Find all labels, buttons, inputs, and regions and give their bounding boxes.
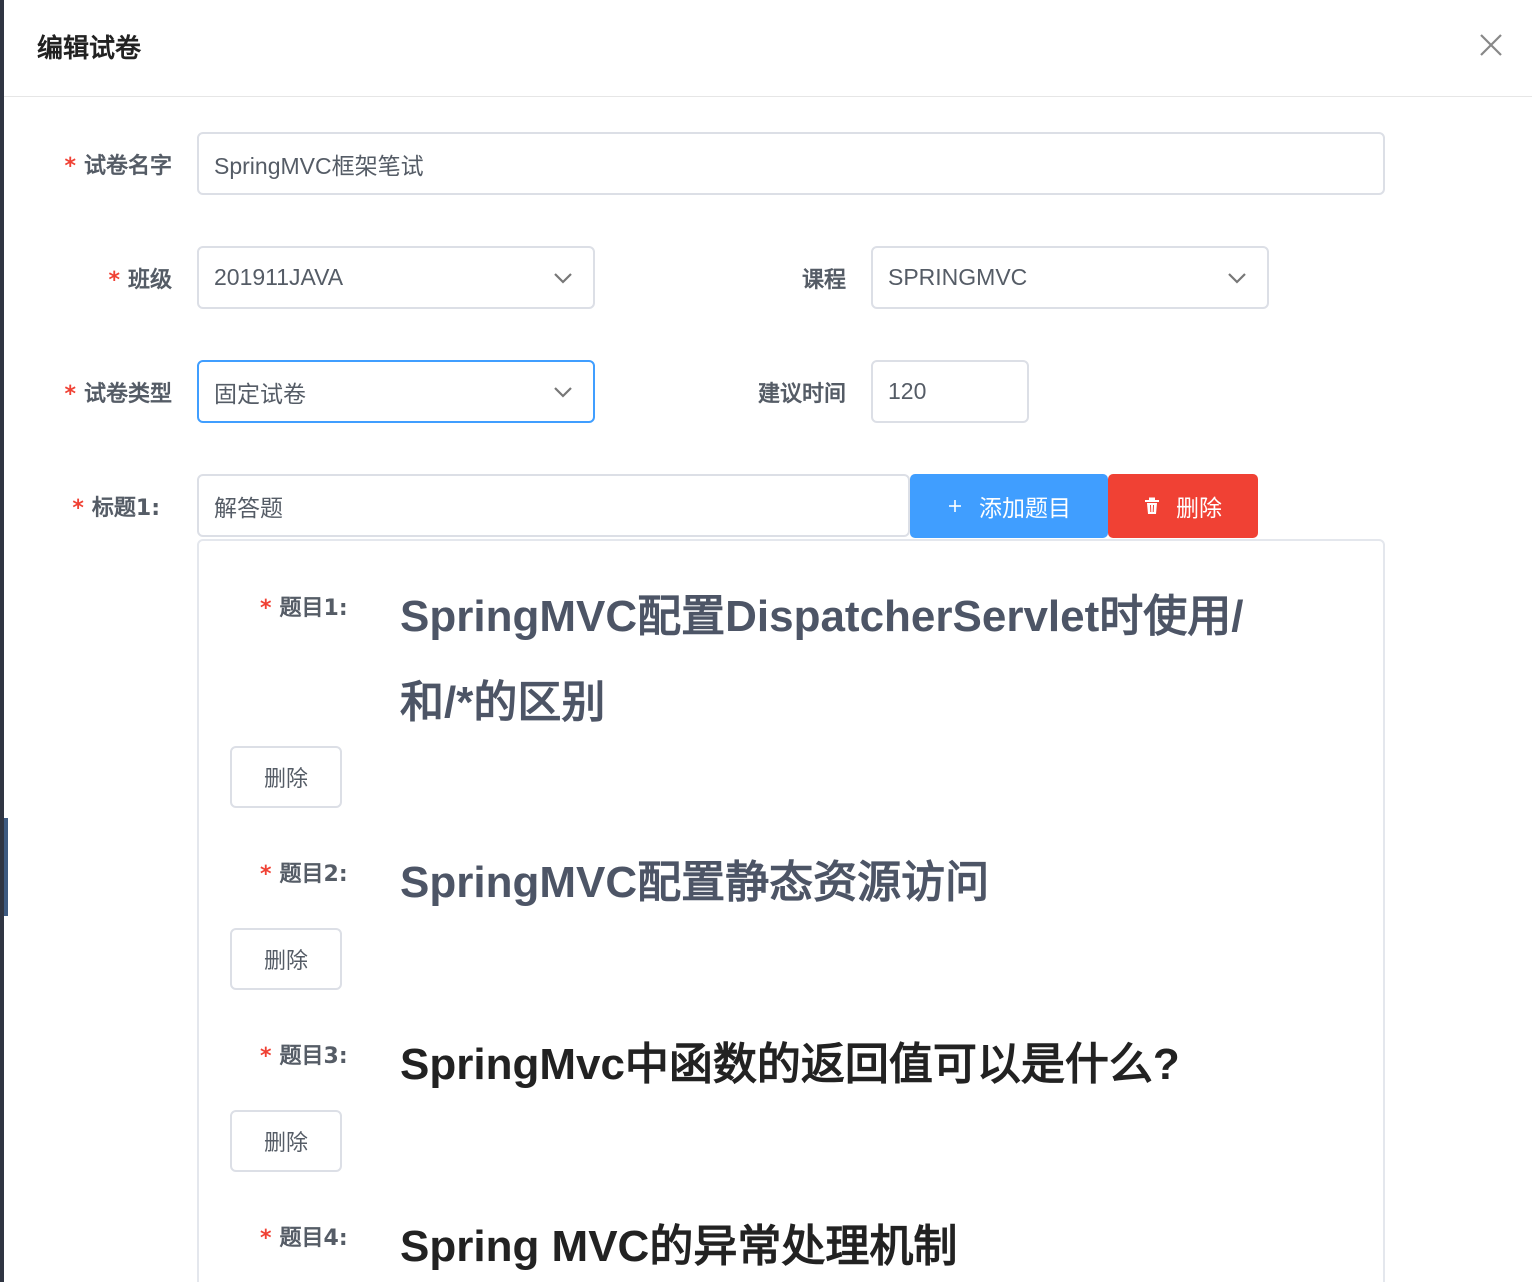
paper-type-select-value: 固定试卷 bbox=[214, 380, 306, 407]
question-4-text: Spring MVC的异常处理机制 bbox=[400, 1222, 958, 1271]
required-mark: * bbox=[260, 862, 272, 887]
question-4-label: * 题目4: bbox=[260, 1220, 348, 1252]
close-icon[interactable] bbox=[1474, 28, 1508, 62]
required-mark: * bbox=[260, 1044, 272, 1069]
question-1-text: SpringMVC配置DispatcherServlet时使用/和/*的区别 bbox=[400, 592, 1244, 727]
trash-icon bbox=[1144, 497, 1160, 515]
question-2-label: * 题目2: bbox=[260, 856, 348, 888]
dialog-title: 编辑试卷 bbox=[37, 34, 142, 64]
question-1-delete-button[interactable]: 删除 bbox=[230, 746, 342, 808]
question-2-delete-label: 删除 bbox=[263, 949, 308, 974]
question-1-delete-label: 删除 bbox=[263, 767, 308, 792]
class-select[interactable]: 201911JAVA bbox=[197, 246, 595, 309]
course-label-text: 课程 bbox=[801, 268, 846, 293]
suggested-time-label: 建议时间 bbox=[758, 376, 846, 408]
suggested-time-label-text: 建议时间 bbox=[757, 382, 846, 407]
suggested-time-input[interactable]: 120 bbox=[871, 360, 1029, 423]
paper-type-select[interactable]: 固定试卷 bbox=[197, 360, 595, 423]
add-question-button[interactable]: 添加题目 bbox=[910, 474, 1108, 538]
class-label-text: 班级 bbox=[127, 268, 172, 293]
paper-type-label: * 试卷类型 bbox=[64, 376, 172, 408]
add-question-label: 添加题目 bbox=[979, 496, 1071, 522]
required-mark: * bbox=[64, 154, 76, 179]
required-mark: * bbox=[64, 382, 76, 407]
question-3-label-text: 题目3: bbox=[279, 1044, 348, 1069]
required-mark: * bbox=[260, 596, 272, 621]
chevron-down-icon bbox=[554, 386, 572, 398]
question-3-label: * 题目3: bbox=[260, 1038, 348, 1070]
dialog-header: 编辑试卷 bbox=[4, 0, 1532, 97]
paper-name-input[interactable]: SpringMVC框架笔试 bbox=[197, 132, 1385, 195]
paper-name-label: * 试卷名字 bbox=[64, 148, 172, 180]
plus-icon bbox=[947, 498, 963, 514]
course-label: 课程 bbox=[802, 262, 846, 294]
paper-name-value: SpringMVC框架笔试 bbox=[214, 152, 424, 179]
question-1-label-text: 题目1: bbox=[279, 596, 348, 621]
chevron-down-icon bbox=[1228, 272, 1246, 284]
suggested-time-value: 120 bbox=[888, 378, 927, 404]
question-2-text: SpringMVC配置静态资源访问 bbox=[400, 858, 990, 907]
question-3-delete-label: 删除 bbox=[263, 1131, 308, 1156]
question-4-label-text: 题目4: bbox=[279, 1226, 348, 1251]
delete-section-button[interactable]: 删除 bbox=[1108, 474, 1258, 538]
chevron-down-icon bbox=[554, 272, 572, 284]
question-3-text: SpringMvc中函数的返回值可以是什么? bbox=[400, 1040, 1180, 1089]
delete-section-label: 删除 bbox=[1176, 496, 1222, 522]
section-title-value: 解答题 bbox=[214, 494, 283, 521]
question-3-delete-button[interactable]: 删除 bbox=[230, 1110, 342, 1172]
course-select-value: SPRINGMVC bbox=[888, 264, 1028, 290]
section-title-input[interactable]: 解答题 bbox=[197, 474, 910, 537]
paper-name-label-text: 试卷名字 bbox=[83, 154, 172, 179]
course-select[interactable]: SPRINGMVC bbox=[871, 246, 1269, 309]
section-title-label-text: 标题1: bbox=[91, 496, 160, 521]
question-2-label-text: 题目2: bbox=[279, 862, 348, 887]
class-select-value: 201911JAVA bbox=[214, 264, 344, 290]
required-mark: * bbox=[72, 496, 84, 521]
left-accent-bar bbox=[4, 818, 8, 916]
question-2-delete-button[interactable]: 删除 bbox=[230, 928, 342, 990]
question-1-label: * 题目1: bbox=[260, 590, 348, 622]
class-label: * 班级 bbox=[108, 262, 172, 294]
edit-paper-dialog: 编辑试卷 * 试卷名字 SpringMVC框架笔试 * 班级 201911JAVA … bbox=[4, 0, 1532, 1282]
section-title-label: * 标题1: bbox=[72, 490, 160, 522]
required-mark: * bbox=[260, 1226, 272, 1251]
paper-type-label-text: 试卷类型 bbox=[83, 382, 172, 407]
required-mark: * bbox=[108, 268, 120, 293]
